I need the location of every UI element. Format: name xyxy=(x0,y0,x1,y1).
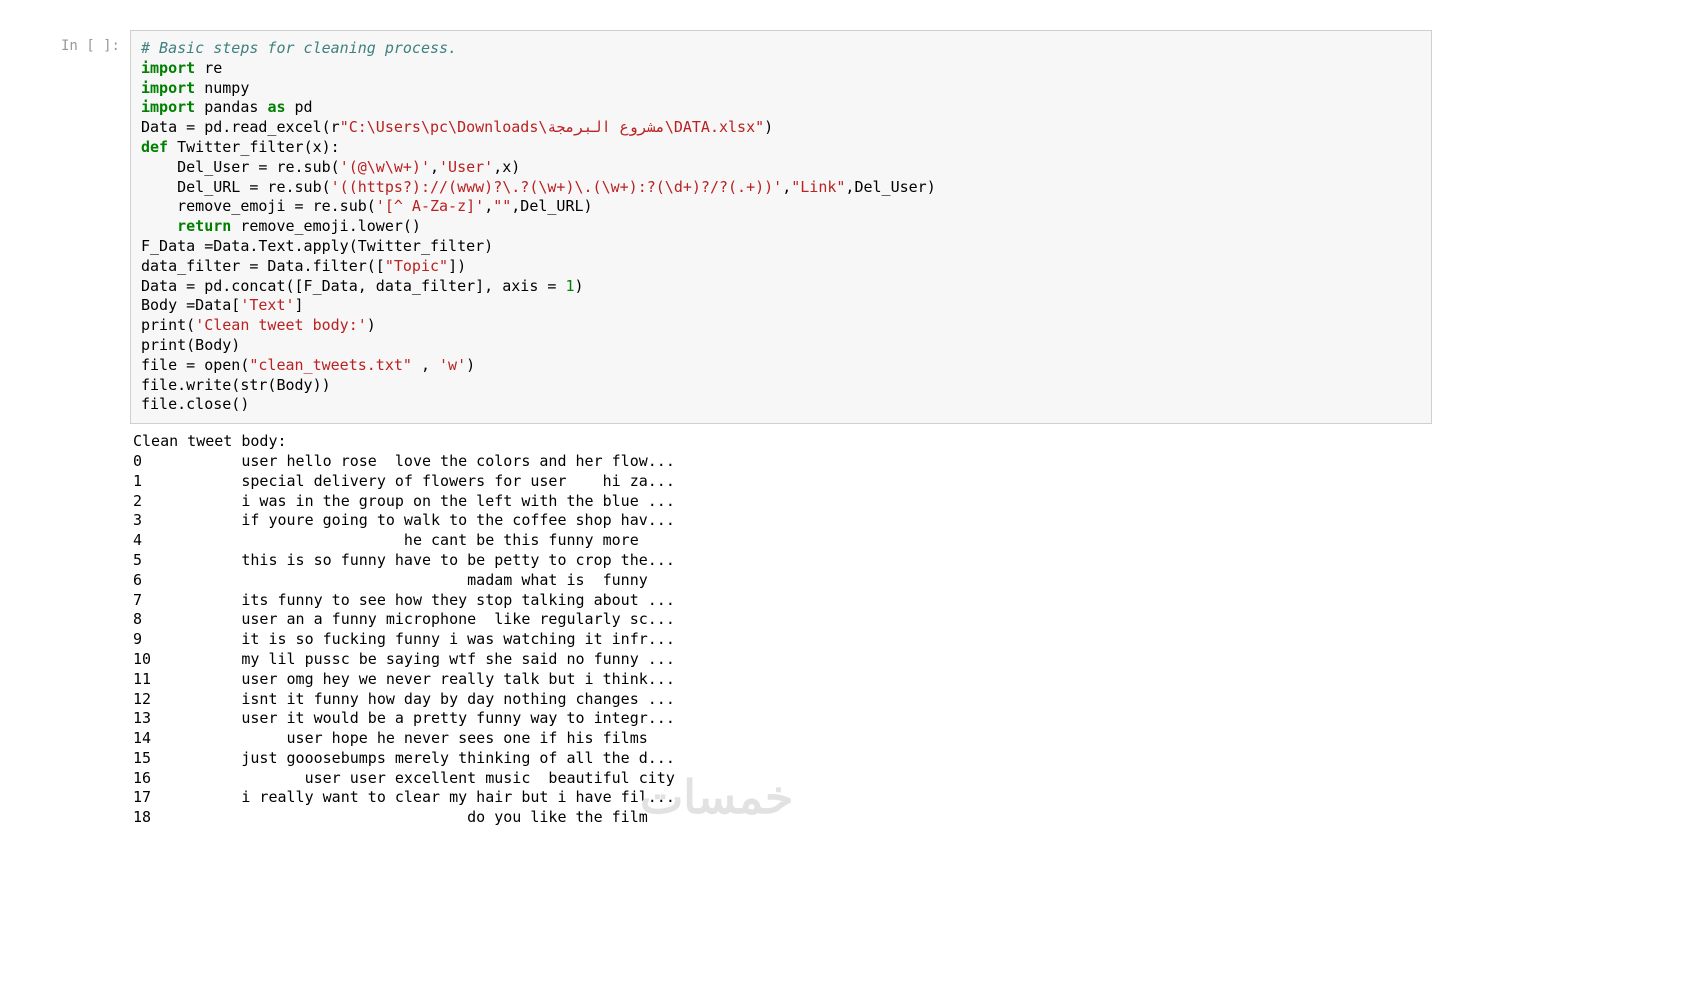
code-text: ) xyxy=(367,316,376,334)
code-text: Del_User = re.sub( xyxy=(141,158,340,176)
code-keyword: return xyxy=(177,217,231,235)
code-text: print( xyxy=(141,316,195,334)
code-string: "C:\Users\pc\Downloads\مشروع البرمجة\DAT… xyxy=(340,118,764,136)
code-text: ,Del_URL) xyxy=(511,197,592,215)
code-string: "Link" xyxy=(791,178,845,196)
code-string: 'Clean tweet body:' xyxy=(195,316,367,334)
code-string: "clean_tweets.txt" xyxy=(249,356,412,374)
code-text: data_filter = Data.filter([ xyxy=(141,257,385,275)
code-text: file.close() xyxy=(141,395,249,413)
code-string: '((https?)://(www)?\.?(\w+)\.(\w+):?(\d+… xyxy=(331,178,783,196)
code-text: Twitter_filter xyxy=(168,138,303,156)
code-string: 'User' xyxy=(439,158,493,176)
code-comment: # Basic steps for cleaning process. xyxy=(141,39,457,57)
output-prompt xyxy=(0,424,130,828)
code-text: remove_emoji = re.sub( xyxy=(141,197,376,215)
code-keyword: def xyxy=(141,138,168,156)
code-text: remove_emoji.lower() xyxy=(231,217,421,235)
code-text: Data = pd.read_excel( xyxy=(141,118,331,136)
code-text: , xyxy=(430,158,439,176)
code-text: re xyxy=(195,59,222,77)
code-text: ] xyxy=(295,296,304,314)
code-keyword: import xyxy=(141,79,195,97)
notebook: In [ ]: # Basic steps for cleaning proce… xyxy=(0,0,1700,1000)
code-text: Data = pd.concat([F_Data, data_filter], … xyxy=(141,277,565,295)
code-string: "Topic" xyxy=(385,257,448,275)
code-string: 'Text' xyxy=(240,296,294,314)
code-text: numpy xyxy=(195,79,249,97)
code-text: F_Data =Data.Text.apply(Twitter_filter) xyxy=(141,237,493,255)
code-output: Clean tweet body: 0 user hello rose love… xyxy=(130,424,1432,828)
code-string: "" xyxy=(493,197,511,215)
code-input[interactable]: # Basic steps for cleaning process. impo… xyxy=(130,30,1432,424)
code-text: Del_URL = re.sub( xyxy=(141,178,331,196)
code-string: '[^ A-Za-z]' xyxy=(376,197,484,215)
code-text: ,x) xyxy=(493,158,520,176)
code-string: '(@\w\w+)' xyxy=(340,158,430,176)
code-text: (x): xyxy=(304,138,340,156)
code-text: ) xyxy=(466,356,475,374)
code-text: ,Del_User) xyxy=(845,178,935,196)
code-text: ]) xyxy=(448,257,466,275)
output-header: Clean tweet body: xyxy=(133,432,287,450)
code-text: file = open( xyxy=(141,356,249,374)
code-text xyxy=(141,217,177,235)
code-text: r xyxy=(331,118,340,136)
code-text: Body =Data[ xyxy=(141,296,240,314)
code-text: , xyxy=(484,197,493,215)
input-prompt: In [ ]: xyxy=(0,30,130,424)
code-text: ) xyxy=(764,118,773,136)
code-text: ) xyxy=(574,277,583,295)
code-text: , xyxy=(782,178,791,196)
code-text: pandas xyxy=(195,98,267,116)
code-text: print(Body) xyxy=(141,336,240,354)
code-text: pd xyxy=(286,98,313,116)
output-cell: Clean tweet body: 0 user hello rose love… xyxy=(0,424,1700,828)
code-text: , xyxy=(412,356,439,374)
code-keyword: as xyxy=(267,98,285,116)
code-cell: In [ ]: # Basic steps for cleaning proce… xyxy=(0,30,1700,424)
code-keyword: import xyxy=(141,59,195,77)
code-text: file.write(str(Body)) xyxy=(141,376,331,394)
code-string: 'w' xyxy=(439,356,466,374)
code-keyword: import xyxy=(141,98,195,116)
